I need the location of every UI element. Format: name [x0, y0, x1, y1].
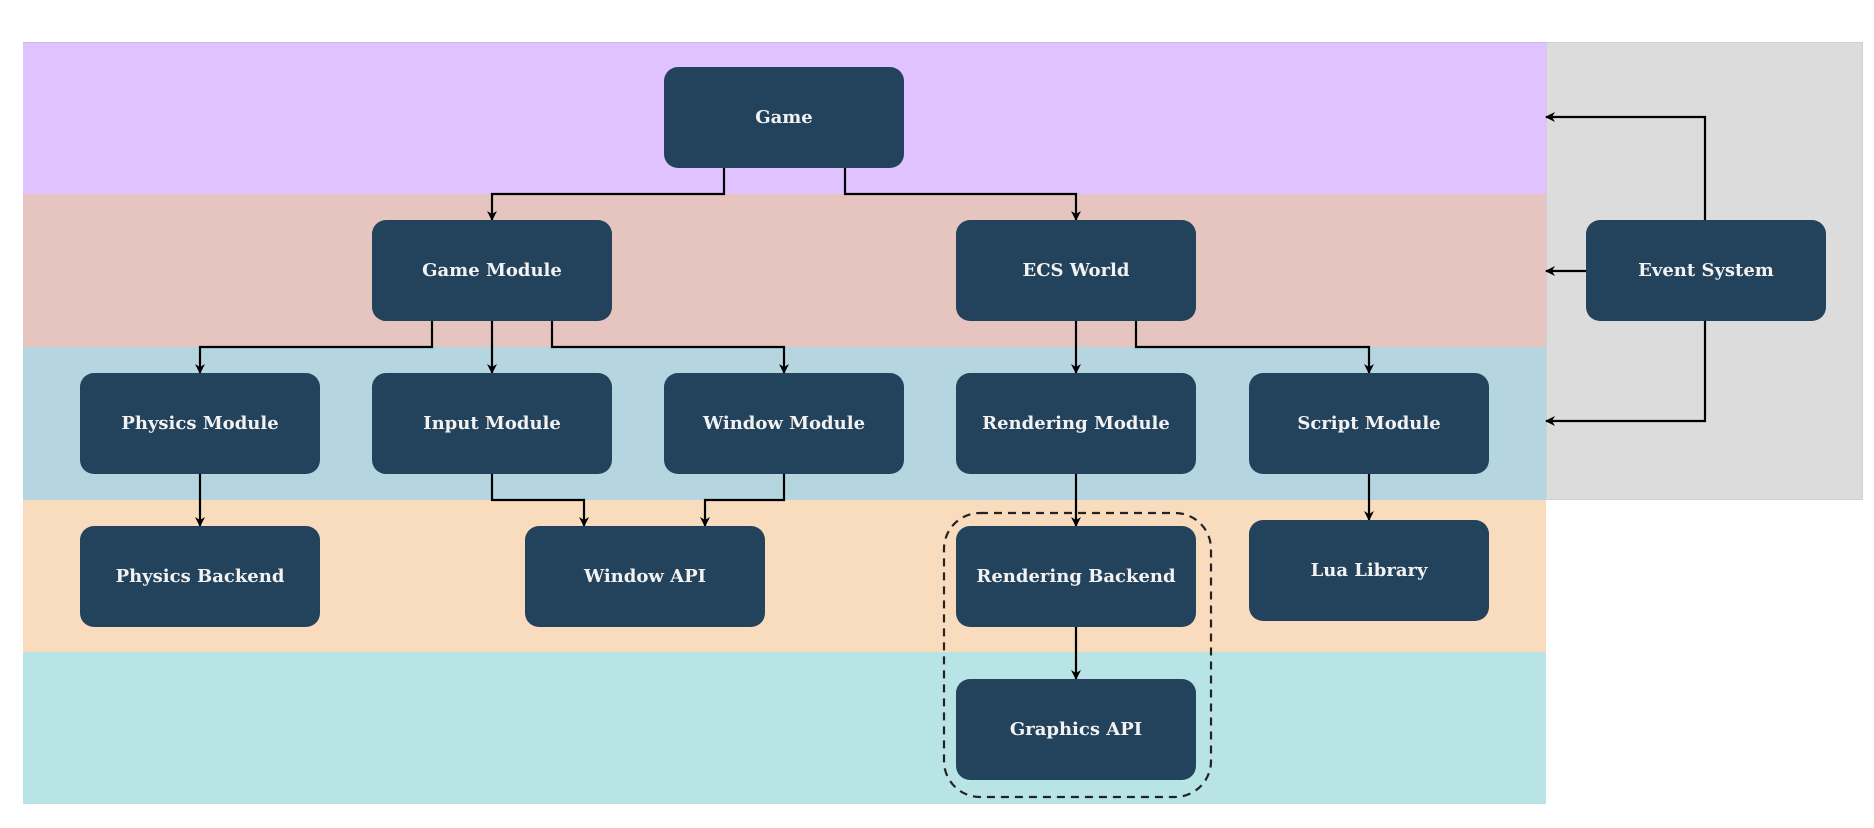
- node-lua-library: Lua Library: [1249, 520, 1489, 621]
- edge-game-module-to-window-module: [550, 321, 789, 374]
- node-event-system: Event System: [1586, 220, 1826, 321]
- node-physics-module: Physics Module: [80, 373, 320, 474]
- node-window-api: Window API: [525, 526, 765, 627]
- edge-game-to-game-module: [487, 168, 726, 221]
- node-rendering-backend: Rendering Backend: [956, 526, 1196, 627]
- edge-game-module-to-physics-module: [195, 321, 434, 374]
- edge-event-system-to-layer-3: [1545, 321, 1707, 426]
- node-rendering-module: Rendering Module: [956, 373, 1196, 474]
- node-script-module: Script Module: [1249, 373, 1489, 474]
- node-window-module: Window Module: [664, 373, 904, 474]
- edge-window-module-to-window-api: [700, 474, 786, 527]
- node-physics-backend: Physics Backend: [80, 526, 320, 627]
- node-graphics-api: Graphics API: [956, 679, 1196, 780]
- edge-input-module-to-window-api: [490, 474, 589, 527]
- node-game: Game: [664, 67, 904, 168]
- node-input-module: Input Module: [372, 373, 612, 474]
- edge-ecs-to-script-module: [1134, 321, 1374, 374]
- node-ecs-world: ECS World: [956, 220, 1196, 321]
- edge-game-to-ecs-world: [843, 168, 1081, 221]
- edge-event-system-to-layer-1: [1545, 112, 1707, 220]
- node-game-module: Game Module: [372, 220, 612, 321]
